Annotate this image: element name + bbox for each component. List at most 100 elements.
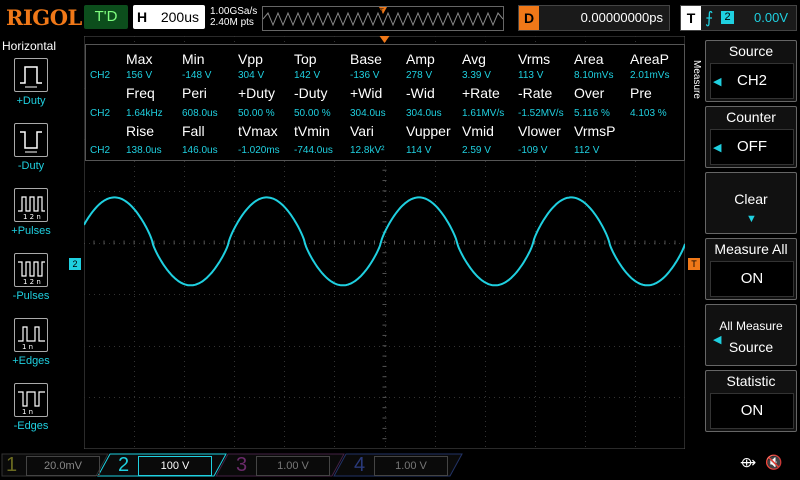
meas-value-cell: 278 V bbox=[406, 70, 433, 81]
meas-header-cell: Amp bbox=[406, 51, 435, 67]
meas-header-cell: Avg bbox=[462, 51, 486, 67]
meas-header-cell: Vupper bbox=[406, 123, 451, 139]
timebase-value: 200us bbox=[160, 9, 199, 25]
meas-header-cell: Rise bbox=[126, 123, 155, 139]
meas-value-cell: -136 V bbox=[350, 70, 380, 81]
rigol-logo: RIGOL bbox=[6, 5, 82, 30]
meas-header-cell: VrmsP bbox=[574, 123, 616, 139]
menu-item-positive-pulses[interactable]: 1 2 n +Pulses bbox=[0, 188, 62, 246]
meas-header-cell: -Rate bbox=[518, 85, 553, 101]
meas-header-cell: Top bbox=[294, 51, 317, 67]
channel-3-tab[interactable]: 3 1.00 V bbox=[236, 454, 336, 476]
menu-item-positive-edges[interactable]: 1 n +Edges bbox=[0, 318, 62, 376]
meas-value-cell: -1.52MV/s bbox=[518, 108, 564, 119]
channel-4-number: 4 bbox=[354, 454, 366, 476]
meas-value-cell: -1.020ms bbox=[238, 145, 280, 156]
meas-header-cell: Vpp bbox=[238, 51, 263, 67]
meas-value-cell: 8.10mVs bbox=[574, 70, 614, 81]
delay-value: 0.00000000ps bbox=[580, 10, 663, 25]
meas-header-cell: Fall bbox=[182, 123, 205, 139]
trigger-level-marker[interactable]: T bbox=[688, 258, 700, 270]
all-measure-source-softkey[interactable]: All Measure Source ◀ bbox=[705, 304, 797, 366]
meas-header-cell: tVmin bbox=[294, 123, 330, 139]
menu-item-positive-duty[interactable]: +Duty bbox=[0, 58, 62, 116]
meas-value-cell: 608.0us bbox=[182, 108, 218, 119]
usb-icon: ⟴ bbox=[740, 454, 757, 470]
meas-value-cell: 5.116 % bbox=[574, 108, 610, 119]
channel-4-tab[interactable]: 4 1.00 V bbox=[354, 454, 454, 476]
measure-all-value: ON bbox=[710, 261, 794, 297]
menu-item-negative-pulses[interactable]: 1 2 n -Pulses bbox=[0, 253, 62, 311]
svg-text:1 n: 1 n bbox=[22, 343, 33, 351]
negative-duty-icon bbox=[14, 123, 48, 157]
meas-channel: CH2 bbox=[90, 145, 111, 156]
menu-item-negative-duty[interactable]: -Duty bbox=[0, 123, 62, 181]
meas-value-cell: 113 V bbox=[518, 70, 544, 81]
memory-depth: 2.40M pts bbox=[210, 17, 254, 28]
meas-value-cell: 304.0us bbox=[350, 108, 386, 119]
source-title: Source bbox=[728, 43, 774, 59]
left-arrow-icon: ◀ bbox=[713, 334, 722, 346]
meas-header-cell: Vrms bbox=[518, 51, 551, 67]
meas-header-cell: -Wid bbox=[406, 85, 435, 101]
channel-1-number: 1 bbox=[6, 454, 18, 476]
meas-value-cell: 114 V bbox=[406, 145, 432, 156]
delay-display[interactable]: D 0.00000000ps bbox=[518, 5, 670, 31]
svg-text:T: T bbox=[379, 8, 384, 15]
counter-softkey[interactable]: Counter OFF ◀ bbox=[705, 106, 797, 168]
meas-value-cell: 304 V bbox=[238, 70, 265, 81]
meas-channel: CH2 bbox=[90, 108, 111, 119]
menu-item-negative-edges[interactable]: 1 n -Edges bbox=[0, 383, 62, 441]
meas-header-cell: Freq bbox=[126, 85, 155, 101]
meas-value-cell: 50.00 % bbox=[294, 108, 331, 119]
channel-2-number: 2 bbox=[118, 454, 130, 476]
trigger-status-badge: T'D bbox=[84, 5, 128, 29]
trigger-level: 0.00V bbox=[754, 10, 788, 25]
positive-edges-label: +Edges bbox=[12, 355, 50, 367]
positive-pulses-icon: 1 2 n bbox=[14, 188, 48, 222]
delay-label: D bbox=[519, 6, 539, 30]
negative-duty-label: -Duty bbox=[17, 160, 45, 172]
negative-pulses-icon: 1 2 n bbox=[14, 253, 48, 287]
meas-value-cell: 12.8kV² bbox=[350, 145, 385, 156]
meas-header-cell: Base bbox=[350, 51, 382, 67]
clear-title: Clear bbox=[734, 191, 768, 207]
meas-header-cell: +Wid bbox=[350, 85, 383, 101]
meas-value-cell: -109 V bbox=[518, 145, 548, 156]
ch2-ground-marker[interactable]: 2 bbox=[69, 258, 81, 270]
trigger-label: T bbox=[681, 6, 701, 30]
timebase-label: H bbox=[137, 9, 148, 25]
sample-rate: 1.00GSa/s bbox=[210, 6, 258, 17]
channel-1-tab[interactable]: 1 20.0mV bbox=[6, 454, 106, 476]
left-arrow-icon: ◀ bbox=[713, 76, 722, 88]
meas-channel: CH2 bbox=[90, 70, 111, 81]
counter-title: Counter bbox=[726, 109, 776, 125]
measure-all-softkey[interactable]: Measure All ON bbox=[705, 238, 797, 300]
meas-value-cell: 2.59 V bbox=[462, 145, 491, 156]
source-softkey[interactable]: Source CH2 ◀ bbox=[705, 40, 797, 102]
clear-softkey[interactable]: Clear ▼ bbox=[705, 172, 797, 234]
positive-duty-label: +Duty bbox=[16, 95, 46, 107]
source-value: CH2 bbox=[710, 63, 794, 99]
trigger-display[interactable]: T ⨍ 2 0.00V bbox=[680, 5, 797, 31]
measurement-table: Max Min Vpp Top Base Amp Avg Vrms Area A… bbox=[85, 44, 685, 161]
measure-all-title: Measure All bbox=[714, 241, 788, 257]
channel-4-scale: 1.00 V bbox=[374, 456, 448, 476]
meas-value-cell: 304.0us bbox=[406, 108, 442, 119]
statistic-softkey[interactable]: Statistic ON bbox=[705, 370, 797, 432]
meas-value-cell: 142 V bbox=[294, 70, 321, 81]
speaker-muted-icon[interactable]: 🔇 bbox=[765, 454, 782, 471]
measurement-header-row: Freq Peri +Duty -Duty +Wid -Wid +Rate -R… bbox=[86, 85, 684, 103]
meas-header-cell: Vmid bbox=[462, 123, 494, 139]
measure-menu-title: Measure bbox=[691, 60, 702, 99]
meas-header-cell: Over bbox=[574, 85, 605, 101]
negative-edges-icon: 1 n bbox=[14, 383, 48, 417]
meas-header-cell: Vari bbox=[350, 123, 374, 139]
statistic-title: Statistic bbox=[726, 373, 776, 389]
down-arrow-icon: ▼ bbox=[746, 213, 757, 225]
meas-value-cell: 1.64kHz bbox=[126, 108, 163, 119]
timebase-display[interactable]: H 200us bbox=[133, 5, 205, 29]
acquisition-info: 1.00GSa/s 2.40M pts bbox=[210, 6, 257, 28]
measurement-value-row: CH2 138.0us 146.0us -1.020ms -744.0us 12… bbox=[86, 145, 684, 163]
channel-2-tab[interactable]: 2 100 V bbox=[118, 454, 218, 476]
